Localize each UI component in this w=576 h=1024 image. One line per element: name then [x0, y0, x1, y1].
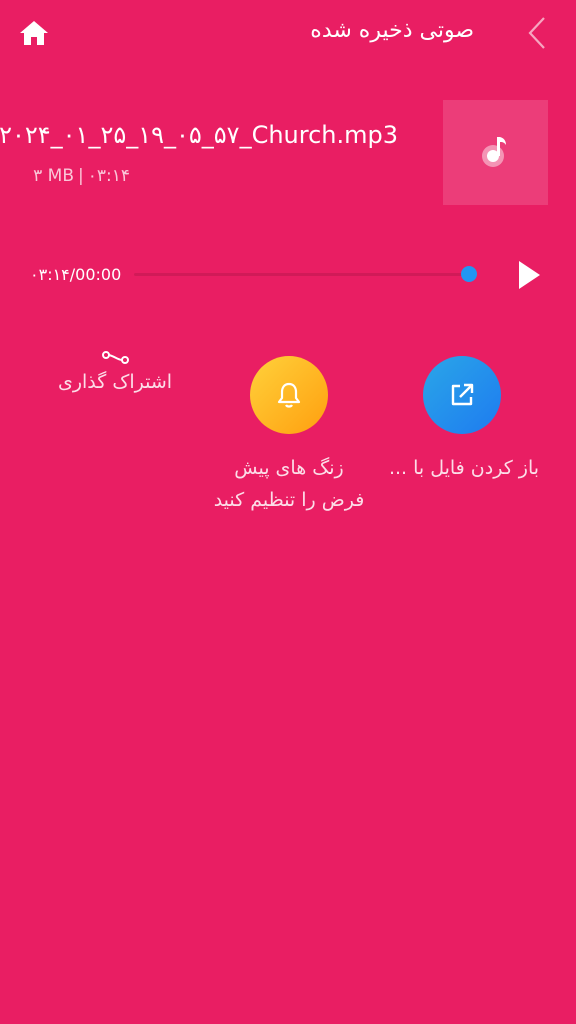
play-button[interactable]: [514, 258, 544, 292]
file-thumbnail: [443, 100, 548, 205]
progress-track[interactable]: [134, 273, 470, 276]
set-ringtone-label-line2: فرض را تنظیم کنید: [213, 489, 365, 511]
set-ringtone-label-line1: زنگ های پیش: [234, 457, 344, 479]
progress-thumb[interactable]: [461, 266, 477, 282]
chevron-left-icon: [528, 17, 545, 49]
home-button[interactable]: [18, 18, 50, 48]
open-with-label: باز کردن فایل با ...: [388, 457, 540, 479]
play-icon: [519, 261, 540, 289]
music-note-icon: [482, 137, 506, 167]
external-link-icon: [451, 383, 474, 406]
time-display: ۰۳:۱۴/00:00: [30, 265, 122, 284]
file-name: ۲۰۲۴_۰۱_۲۵_۱۹_۰۵_۵۷_Church.mp3: [0, 121, 398, 149]
back-button[interactable]: [524, 14, 552, 52]
file-duration: ۰۳:۱۴: [87, 166, 130, 186]
share-label: اشتراک گذاری: [57, 371, 173, 393]
file-size: ۳ MB: [33, 166, 74, 186]
page-title: صوتی ذخیره شده: [310, 18, 474, 43]
set-ringtone-button[interactable]: [250, 356, 328, 434]
home-icon: [20, 21, 48, 45]
file-meta: ۳ MB | ۰۳:۱۴: [33, 163, 130, 189]
bell-icon: [277, 382, 301, 408]
open-with-button[interactable]: [423, 356, 501, 434]
separator: |: [78, 166, 84, 186]
share-icon: [102, 351, 129, 364]
set-ringtone-label: زنگ های پیش فرض را تنظیم کنید: [200, 452, 378, 516]
